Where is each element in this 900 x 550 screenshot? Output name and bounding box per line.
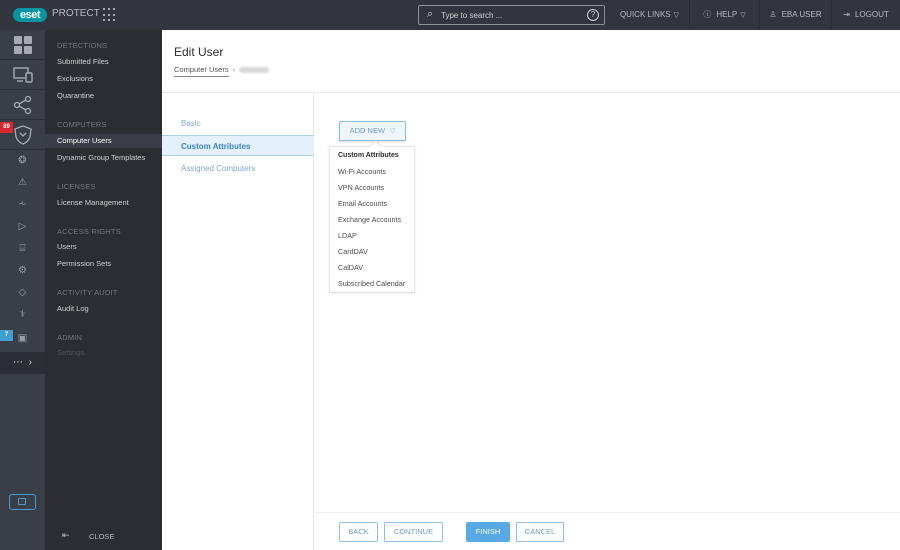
- dropdown-item-vpn-accounts[interactable]: VPN Accounts: [330, 180, 414, 196]
- breadcrumb-user-name-redacted: [239, 67, 270, 74]
- user-label: EBA USER: [781, 10, 822, 19]
- step-assigned-computers[interactable]: Assigned Computers: [162, 158, 314, 179]
- menu-item-computer-users[interactable]: Computer Users: [45, 134, 162, 148]
- footer-divider: [314, 512, 900, 513]
- status-icon[interactable]: ❂: [0, 150, 45, 172]
- menu-heading: COMPUTERS: [57, 120, 107, 129]
- page-title: Edit User: [174, 45, 224, 59]
- help-button[interactable]: ⓘ HELP ▽: [689, 0, 759, 30]
- menu-heading: DETECTIONS: [57, 41, 108, 50]
- chevron-right-icon: ›: [28, 357, 32, 368]
- breadcrumb: Computer Users ›: [174, 65, 270, 77]
- dropdown-item-exchange-accounts[interactable]: Exchange Accounts: [330, 212, 414, 228]
- reports-icon[interactable]: ⩪: [0, 194, 45, 216]
- dropdown-item-caldav[interactable]: CalDAV: [330, 260, 414, 276]
- step-custom-attributes[interactable]: Custom Attributes: [162, 135, 314, 156]
- policies-icon[interactable]: ⚙: [0, 260, 45, 282]
- detections-badge: 89: [0, 122, 13, 133]
- finish-button[interactable]: FINISH: [466, 522, 510, 542]
- dropdown-item-carddav[interactable]: CardDAV: [330, 244, 414, 260]
- installers-icon[interactable]: ⌸: [0, 238, 45, 260]
- computers-icon[interactable]: [0, 60, 45, 90]
- dropdown-item-wifi-accounts[interactable]: Wi-Fi Accounts: [330, 164, 414, 180]
- menu-item-settings: Settings: [57, 348, 85, 357]
- wizard-steps: Basic Custom Attributes Assigned Compute…: [162, 93, 314, 550]
- side-menu: DETECTIONS Submitted Files Exclusions Qu…: [45, 30, 162, 550]
- menu-heading: ACTIVITY AUDIT: [57, 288, 118, 297]
- logout-button[interactable]: ⇥ LOGOUT: [831, 0, 900, 30]
- icon-rail: 89 ❂ ⚠ ⩪ ▷ ⌸ ⚙ ◇ ⚕ ▣ 7 ⋯ ›: [0, 30, 45, 550]
- chat-icon: [18, 498, 26, 505]
- search-icon: ⌕: [427, 8, 434, 20]
- help-label: HELP: [716, 10, 738, 19]
- status-overview-icon[interactable]: ⚕: [0, 304, 45, 326]
- step-basic[interactable]: Basic: [162, 113, 314, 134]
- apps-grid-icon[interactable]: [103, 8, 117, 22]
- more-button[interactable]: ⋯ ›: [0, 352, 45, 374]
- search-help-icon[interactable]: ?: [587, 9, 599, 21]
- breadcrumb-computer-users[interactable]: Computer Users: [174, 65, 229, 77]
- menu-item-exclusions[interactable]: Exclusions: [45, 72, 162, 86]
- top-bar: eset PROTECT ⌕ ? QUICK LINKS▽ ⓘHELP▽ ♙EB…: [0, 0, 900, 30]
- help-icon: ⓘ: [703, 10, 712, 19]
- eset-logo[interactable]: eset: [13, 8, 47, 22]
- continue-button[interactable]: CONTINUE: [384, 522, 443, 542]
- menu-item-license-management[interactable]: License Management: [45, 196, 162, 210]
- main-content: Edit User Computer Users › Basic Custom A…: [162, 30, 900, 550]
- user-icon: ♙: [769, 10, 777, 19]
- notifications-badge: 7: [0, 330, 13, 341]
- menu-heading: ACCESS RIGHTS: [57, 227, 121, 236]
- chevron-down-icon: ▽: [740, 12, 746, 19]
- menu-item-dynamic-group-templates[interactable]: Dynamic Group Templates: [45, 151, 162, 165]
- quick-links-label: QUICK LINKS: [619, 10, 671, 19]
- chevron-down-icon: ▽: [673, 12, 680, 19]
- chevron-down-icon: ▽: [388, 128, 396, 135]
- collapse-icon: ⇤: [62, 530, 70, 540]
- dropdown-item-custom-attributes[interactable]: Custom Attributes: [330, 148, 414, 164]
- menu-heading: ADMIN: [57, 333, 83, 342]
- search-input[interactable]: [441, 8, 581, 22]
- alert-icon[interactable]: ⚠: [0, 172, 45, 194]
- add-new-label: ADD NEW: [349, 126, 386, 135]
- chat-button[interactable]: [9, 494, 36, 510]
- add-new-button[interactable]: ADD NEW ▽: [339, 121, 406, 141]
- user-button[interactable]: ♙ EBA USER: [759, 0, 831, 30]
- more-icon: ⋯: [13, 357, 24, 368]
- product-name: PROTECT: [52, 8, 100, 19]
- chevron-right-icon: ›: [232, 65, 236, 74]
- logout-icon: ⇥: [843, 10, 850, 19]
- menu-item-quarantine[interactable]: Quarantine: [45, 89, 162, 103]
- search-box[interactable]: ⌕ ?: [418, 5, 605, 25]
- back-button[interactable]: BACK: [339, 522, 378, 542]
- dropdown-item-subscribed-calendar[interactable]: Subscribed Calendar: [330, 276, 414, 292]
- menu-item-permission-sets[interactable]: Permission Sets: [45, 257, 162, 271]
- quick-links-button[interactable]: QUICK LINKS ▽: [612, 0, 687, 30]
- cancel-button[interactable]: CANCEL: [516, 522, 564, 542]
- dropdown-item-ldap[interactable]: LDAP: [330, 228, 414, 244]
- menu-item-audit-log[interactable]: Audit Log: [45, 302, 162, 316]
- tasks-icon[interactable]: ▷: [0, 216, 45, 238]
- notifications-icon[interactable]: ◇: [0, 282, 45, 304]
- close-label: CLOSE: [89, 532, 115, 541]
- dropdown-item-email-accounts[interactable]: Email Accounts: [330, 196, 414, 212]
- menu-item-users[interactable]: Users: [45, 240, 162, 254]
- logout-label: LOGOUT: [854, 10, 889, 19]
- network-icon[interactable]: [0, 90, 45, 120]
- close-menu-button[interactable]: ⇤ CLOSE: [45, 530, 162, 544]
- add-new-dropdown: Custom Attributes Wi-Fi Accounts VPN Acc…: [329, 146, 415, 293]
- menu-item-submitted-files[interactable]: Submitted Files: [45, 55, 162, 69]
- dashboard-icon[interactable]: [0, 30, 45, 60]
- menu-heading: LICENSES: [57, 182, 96, 191]
